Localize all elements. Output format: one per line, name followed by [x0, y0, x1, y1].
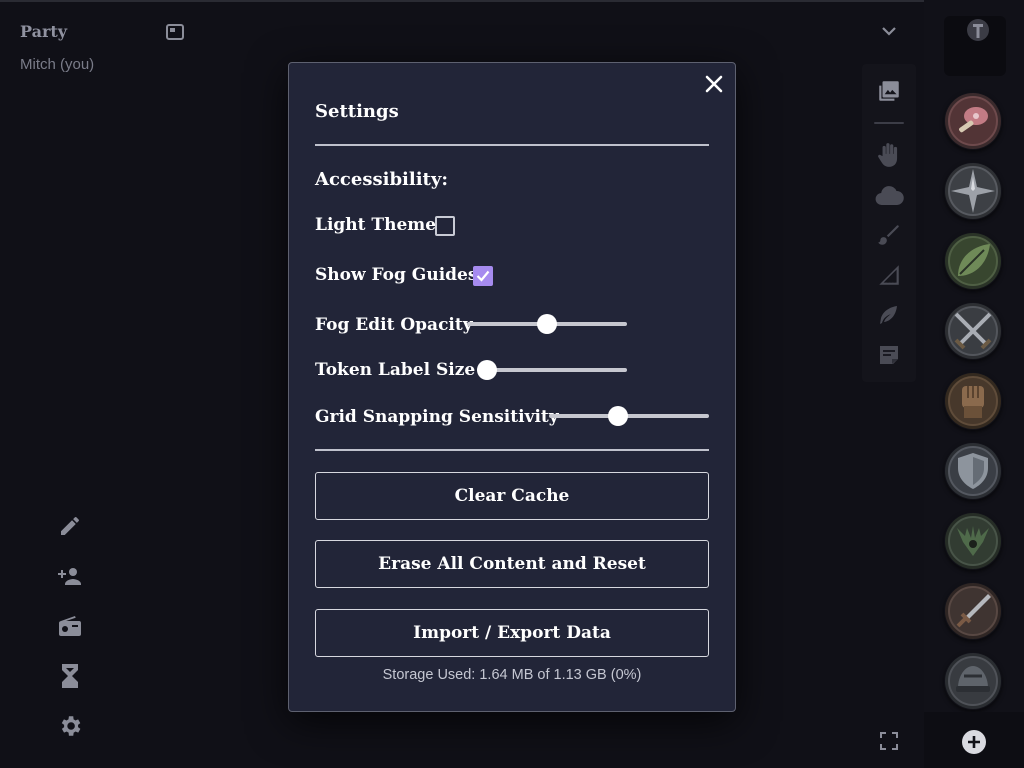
- clear-cache-button[interactable]: Clear Cache: [315, 472, 709, 520]
- token-header: [944, 16, 1006, 76]
- token-shield[interactable]: [944, 442, 1002, 500]
- token-antlers[interactable]: [944, 512, 1002, 570]
- token-leaf[interactable]: [944, 232, 1002, 290]
- token-label-size-slider[interactable]: [477, 360, 627, 380]
- slider-track: [549, 414, 709, 418]
- token-compass[interactable]: [944, 162, 1002, 220]
- party-collapse-icon[interactable]: [166, 24, 184, 40]
- pointer-icon[interactable]: [874, 300, 904, 330]
- chevron-down-icon[interactable]: [876, 18, 902, 44]
- grid-snapping-label: Grid Snapping Sensitivity: [315, 407, 559, 427]
- token-dagger[interactable]: [944, 582, 1002, 640]
- party-title: Party: [20, 22, 68, 41]
- token-panel: [924, 0, 1024, 768]
- fullscreen-icon[interactable]: [876, 728, 902, 754]
- slider-thumb[interactable]: [537, 314, 557, 334]
- modal-title: Settings: [315, 101, 399, 122]
- hourglass-icon[interactable]: [52, 658, 88, 694]
- radio-icon[interactable]: [52, 608, 88, 644]
- checkmark-icon: [476, 270, 490, 282]
- tool-separator: [874, 122, 904, 124]
- import-export-button[interactable]: Import / Export Data: [315, 609, 709, 657]
- party-member-self: Mitch (you): [20, 56, 95, 73]
- light-theme-checkbox[interactable]: [435, 216, 455, 236]
- note-icon[interactable]: [874, 340, 904, 370]
- top-border: [0, 0, 1024, 2]
- map-tools-panel: [862, 64, 916, 382]
- hand-icon[interactable]: [874, 140, 904, 170]
- divider-top: [315, 144, 709, 146]
- add-token-icon[interactable]: [961, 729, 987, 755]
- add-token-bar: [924, 712, 1024, 768]
- erase-reset-button[interactable]: Erase All Content and Reset: [315, 540, 709, 588]
- fog-edit-opacity-slider[interactable]: [467, 314, 627, 334]
- accessibility-heading: Accessibility:: [315, 169, 448, 190]
- show-fog-guides-label: Show Fog Guides: [315, 265, 478, 285]
- settings-modal: Settings Accessibility: Light Theme Show…: [288, 62, 736, 712]
- slider-thumb[interactable]: [607, 406, 628, 426]
- gear-icon[interactable]: [52, 708, 88, 744]
- slider-track: [477, 368, 627, 372]
- token-crossed-swords[interactable]: [944, 302, 1002, 360]
- token-label-size-label: Token Label Size: [315, 360, 476, 380]
- storage-used-text: Storage Used: 1.64 MB of 1.13 GB (0%): [382, 667, 642, 683]
- fog-edit-opacity-label: Fog Edit Opacity: [315, 315, 473, 335]
- divider-bottom: [315, 449, 709, 451]
- map-select-icon[interactable]: [874, 76, 904, 106]
- close-icon[interactable]: [701, 71, 727, 97]
- light-theme-label: Light Theme: [315, 215, 437, 235]
- slider-thumb[interactable]: [477, 360, 497, 380]
- token-meat[interactable]: [944, 92, 1002, 150]
- app-window: Party Mitch (you) Settings Accessibility…: [0, 0, 1024, 768]
- show-fog-guides-checkbox[interactable]: [473, 266, 493, 286]
- token-helmet[interactable]: [944, 652, 1002, 710]
- add-person-icon[interactable]: [52, 558, 88, 594]
- measure-icon[interactable]: [874, 260, 904, 290]
- fog-cloud-icon[interactable]: [874, 181, 904, 211]
- token-fist[interactable]: [944, 372, 1002, 430]
- pencil-icon[interactable]: [52, 508, 88, 544]
- brush-icon[interactable]: [874, 220, 904, 250]
- grid-snapping-slider[interactable]: [549, 406, 709, 426]
